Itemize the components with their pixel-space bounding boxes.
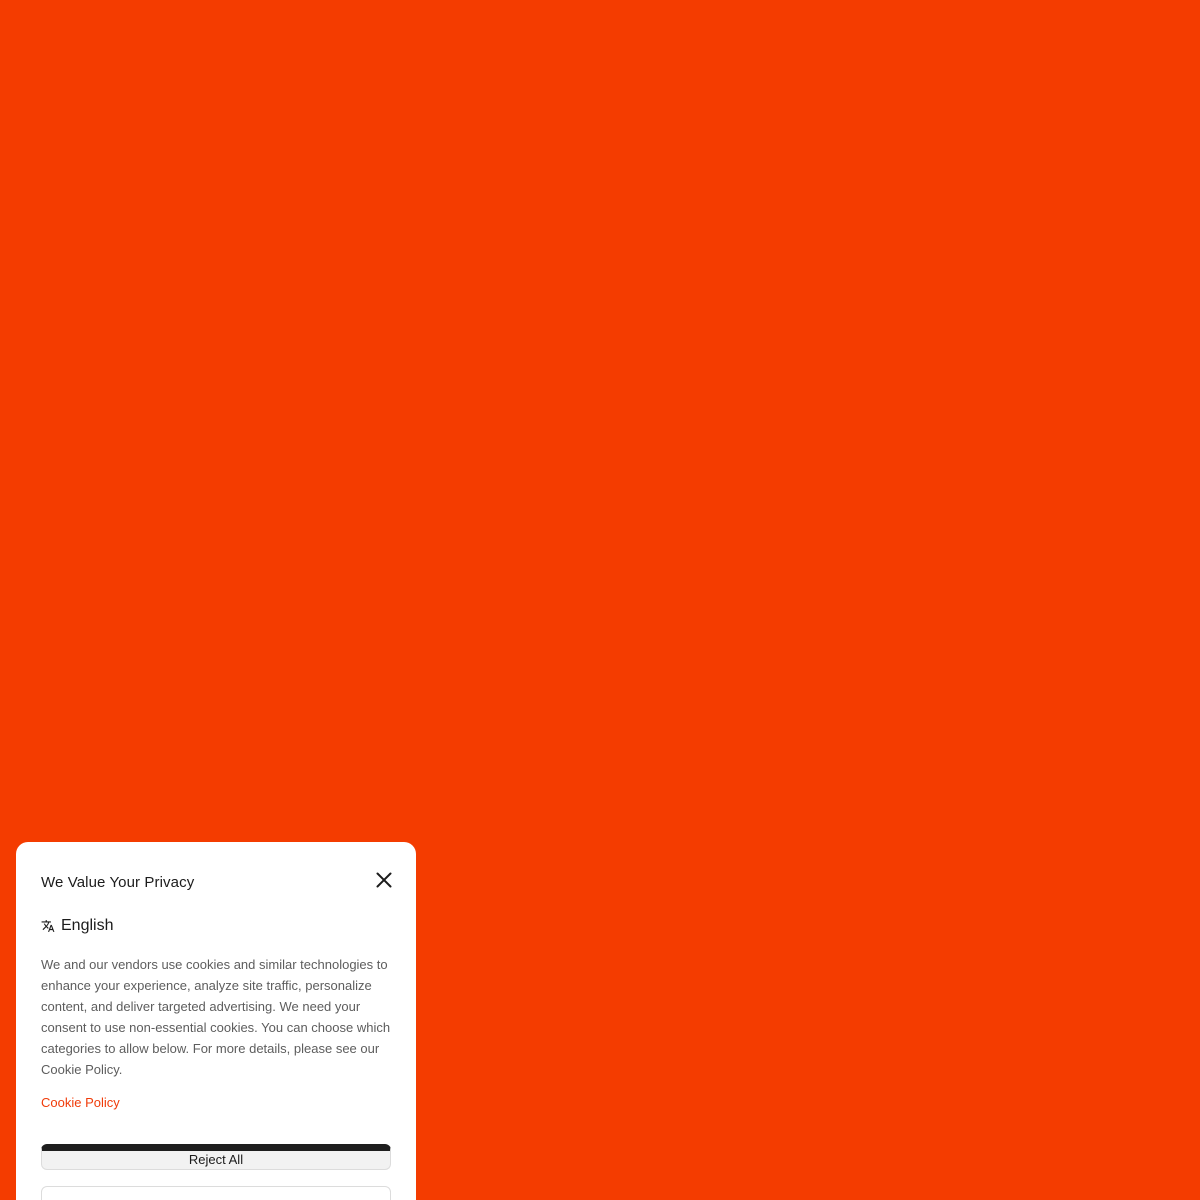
customize-choices-button[interactable]: Customize My Choices [41, 1186, 391, 1200]
reject-all-button[interactable]: Reject All [41, 1144, 391, 1170]
cookie-policy-link[interactable]: Cookie Policy [41, 1095, 120, 1110]
cookie-consent-panel: We Value Your Privacy English We and our… [16, 842, 416, 1200]
close-button[interactable] [373, 869, 395, 891]
consent-title: We Value Your Privacy [41, 874, 195, 891]
consent-description: We and our vendors use cookies and simil… [41, 957, 391, 1077]
language-selector[interactable]: English [41, 917, 113, 935]
translate-icon [41, 920, 55, 932]
close-icon [376, 872, 392, 888]
language-label: English [61, 917, 114, 934]
